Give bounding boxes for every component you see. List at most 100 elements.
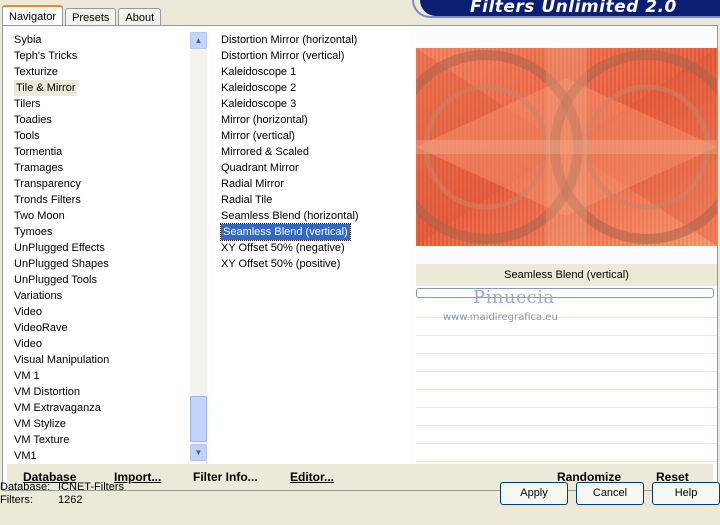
- filter-item[interactable]: XY Offset 50% (negative): [219, 240, 361, 256]
- filter-item-label: Seamless Blend (horizontal): [221, 210, 359, 222]
- database-label: Database:: [0, 481, 51, 493]
- category-item[interactable]: Visual Manipulation: [12, 352, 192, 368]
- category-item[interactable]: Texturize: [12, 64, 192, 80]
- filter-item[interactable]: Kaleidoscope 3: [219, 96, 361, 112]
- category-item[interactable]: Transparency: [12, 176, 192, 192]
- category-item[interactable]: UnPlugged Effects: [12, 240, 192, 256]
- tab-presets[interactable]: Presets: [65, 8, 117, 26]
- category-item-label: Tymoes: [14, 226, 53, 238]
- help-button[interactable]: Help: [652, 482, 720, 505]
- category-item-label: Visual Manipulation: [14, 354, 110, 366]
- scroll-up-button[interactable]: ▲: [190, 32, 207, 49]
- apply-button[interactable]: Apply: [500, 482, 568, 505]
- watermark-url: www.maidiregrafica.eu: [443, 312, 558, 323]
- category-item[interactable]: Tronds Filters: [12, 192, 192, 208]
- category-item[interactable]: Toadies: [12, 112, 192, 128]
- tab-navigator[interactable]: Navigator: [2, 5, 64, 26]
- category-item[interactable]: Tymoes: [12, 224, 192, 240]
- category-item[interactable]: Video: [12, 304, 192, 320]
- filter-item[interactable]: Kaleidoscope 2: [219, 80, 361, 96]
- filter-item-label: Kaleidoscope 2: [221, 82, 297, 94]
- category-item[interactable]: Tilers: [12, 96, 192, 112]
- category-item[interactable]: Tramages: [12, 160, 192, 176]
- category-item[interactable]: Teph's Tricks: [12, 48, 192, 64]
- chevron-down-icon: ▼: [194, 448, 203, 457]
- status-area: Database: ICNET-Filters Filters: 1262: [0, 481, 300, 507]
- filter-item[interactable]: Mirror (horizontal): [219, 112, 361, 128]
- cancel-button[interactable]: Cancel: [576, 482, 644, 505]
- tab-strip: Navigator Presets About: [2, 4, 163, 26]
- scroll-thumb[interactable]: [190, 396, 207, 442]
- category-item[interactable]: Two Moon: [12, 208, 192, 224]
- filter-item-label: XY Offset 50% (positive): [221, 258, 341, 270]
- chevron-up-icon: ▲: [194, 36, 203, 45]
- category-item[interactable]: Tormentia: [12, 144, 192, 160]
- filter-item-label: Kaleidoscope 1: [221, 66, 297, 78]
- filters-count-value: 1262: [58, 494, 83, 506]
- filters-count-label: Filters:: [0, 494, 33, 506]
- category-item-label: UnPlugged Tools: [14, 274, 97, 286]
- filter-item[interactable]: Distortion Mirror (vertical): [219, 48, 361, 64]
- scroll-down-button[interactable]: ▼: [190, 444, 207, 461]
- category-item-label: Tronds Filters: [14, 194, 81, 206]
- control-rows: [416, 300, 717, 462]
- category-item-label: Teph's Tricks: [14, 50, 78, 62]
- category-item-label: VM 1: [14, 370, 40, 382]
- category-item-label: VM Distortion: [14, 386, 81, 398]
- category-item[interactable]: UnPlugged Tools: [12, 272, 192, 288]
- filter-item-label: Radial Tile: [221, 194, 273, 206]
- filter-item-label: Mirror (horizontal): [221, 114, 308, 126]
- filter-item[interactable]: Kaleidoscope 1: [219, 64, 361, 80]
- category-item[interactable]: Video: [12, 336, 192, 352]
- preview-pattern: [416, 48, 717, 246]
- category-item-label: Tools: [14, 130, 40, 142]
- filter-item[interactable]: Mirror (vertical): [219, 128, 361, 144]
- category-item-label: Toadies: [14, 114, 52, 126]
- category-item-label: Texturize: [14, 66, 59, 78]
- category-item[interactable]: Tile & Mirror: [12, 80, 192, 96]
- filter-item[interactable]: Radial Tile: [219, 192, 361, 208]
- category-item[interactable]: UnPlugged Shapes: [12, 256, 192, 272]
- category-item-label: VideoRave: [14, 322, 68, 334]
- filter-item[interactable]: Seamless Blend (vertical): [219, 223, 361, 241]
- filter-list[interactable]: Distortion Mirror (horizontal) Distortion…: [213, 32, 411, 464]
- category-items: Sybia Teph's Tricks Texturize Tile & Mirror…: [12, 32, 192, 464]
- category-item[interactable]: VM 1: [12, 368, 192, 384]
- category-item-label: UnPlugged Effects: [14, 242, 105, 254]
- category-scrollbar[interactable]: ▲ ▼: [190, 32, 207, 462]
- category-item[interactable]: VideoRave: [12, 320, 192, 336]
- category-item[interactable]: VM Extravaganza: [12, 400, 192, 416]
- navigator-panel: Sybia Teph's Tricks Texturize Tile & Mirror…: [2, 25, 718, 491]
- category-item-label: VM Texture: [14, 434, 70, 446]
- category-item[interactable]: VM Stylize: [12, 416, 192, 432]
- category-item-label: Tramages: [14, 162, 64, 174]
- category-item[interactable]: VM1: [12, 448, 192, 464]
- category-item-label: Tilers: [14, 98, 41, 110]
- filter-items: Distortion Mirror (horizontal) Distortion…: [219, 32, 361, 272]
- filter-item-label: Radial Mirror: [221, 178, 284, 190]
- category-item[interactable]: Variations: [12, 288, 192, 304]
- filter-item[interactable]: Mirrored & Scaled: [219, 144, 361, 160]
- filter-item-label: Distortion Mirror (horizontal): [221, 34, 358, 46]
- category-item-label: Tile & Mirror: [14, 80, 78, 96]
- filter-item[interactable]: Distortion Mirror (horizontal): [219, 32, 361, 48]
- category-item-label: Transparency: [14, 178, 81, 190]
- filter-item[interactable]: Quadrant Mirror: [219, 160, 361, 176]
- category-item[interactable]: VM Texture: [12, 432, 192, 448]
- filter-item[interactable]: Seamless Blend (horizontal): [219, 208, 361, 224]
- tab-about[interactable]: About: [118, 8, 162, 26]
- category-item[interactable]: VM Distortion: [12, 384, 192, 400]
- category-item-label: VM1: [14, 450, 37, 462]
- selected-filter-name: Seamless Blend (vertical): [416, 264, 717, 286]
- category-item[interactable]: Tools: [12, 128, 192, 144]
- control-slider[interactable]: [416, 288, 714, 298]
- filter-item-label: Mirrored & Scaled: [221, 146, 310, 158]
- category-item-label: Video: [14, 338, 42, 350]
- filter-item[interactable]: Radial Mirror: [219, 176, 361, 192]
- category-item-label: UnPlugged Shapes: [14, 258, 109, 270]
- category-list[interactable]: Sybia Teph's Tricks Texturize Tile & Mirror…: [7, 32, 207, 488]
- category-item[interactable]: Sybia: [12, 32, 192, 48]
- filter-item[interactable]: XY Offset 50% (positive): [219, 256, 361, 272]
- category-item-label: VM Extravaganza: [14, 402, 101, 414]
- preview-image: [416, 48, 717, 246]
